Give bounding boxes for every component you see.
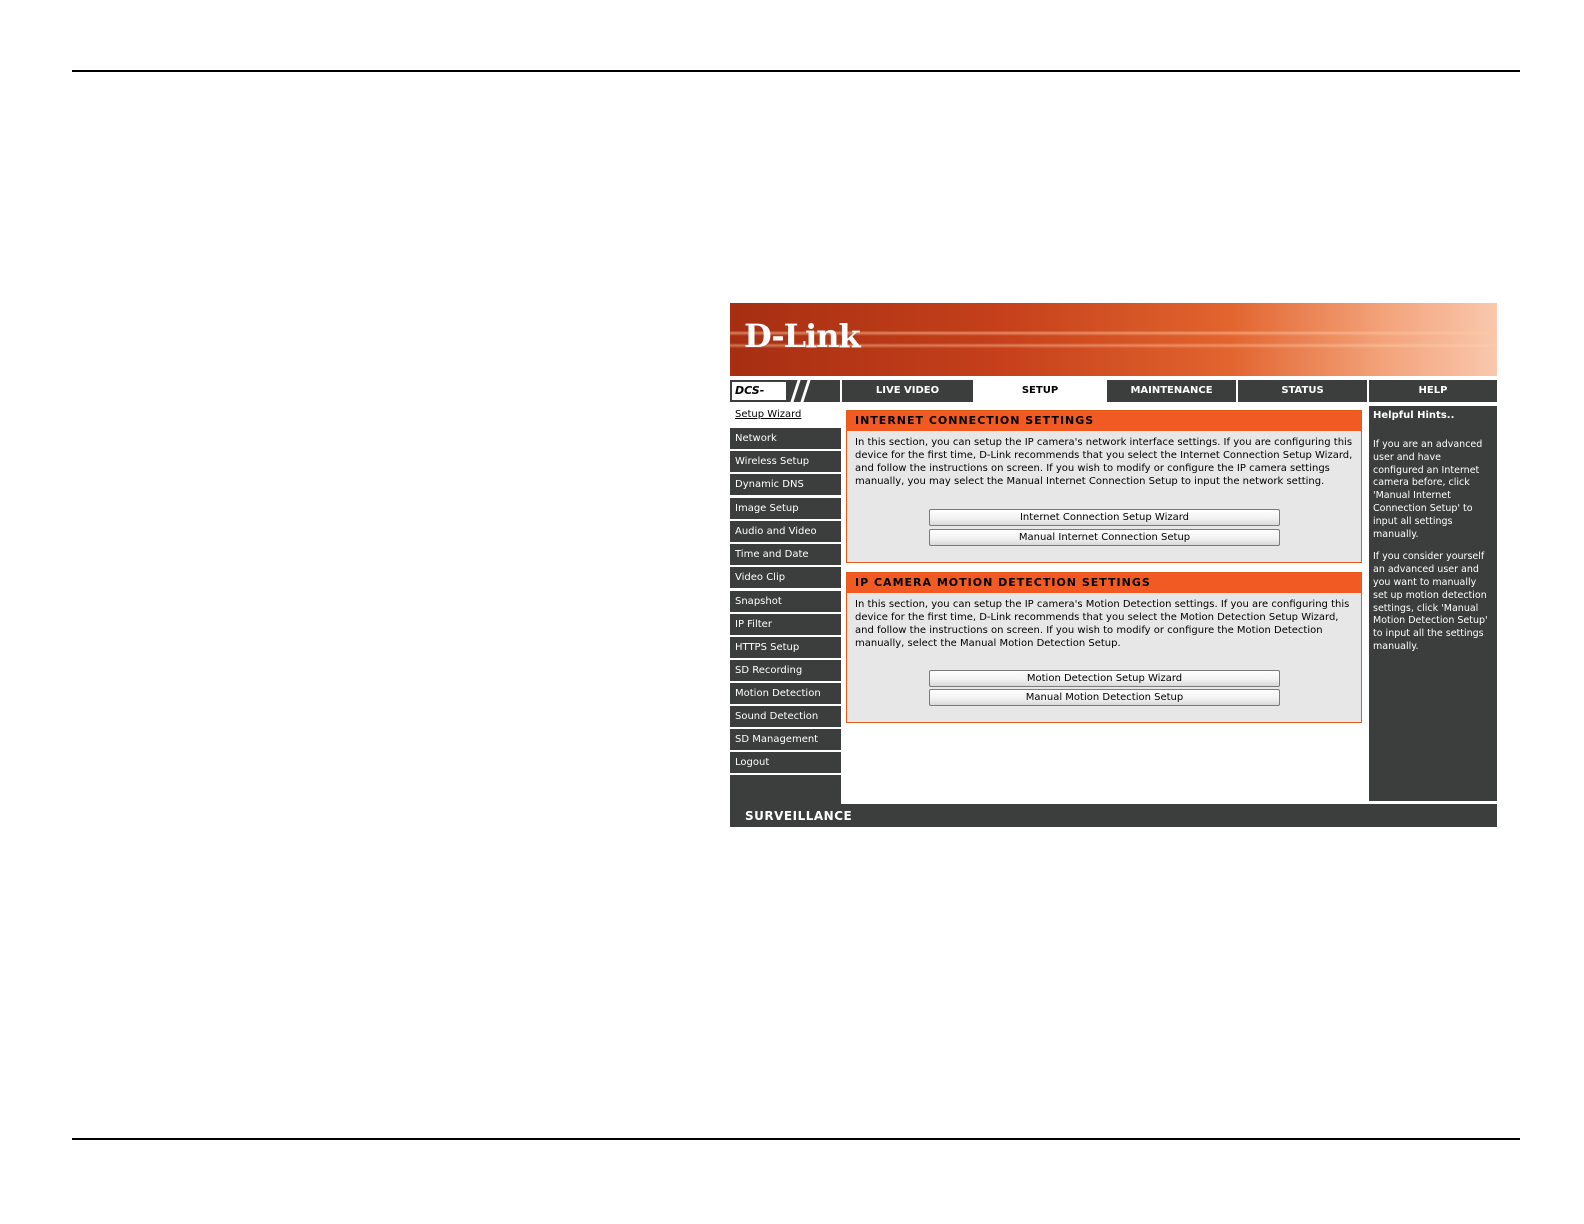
sidebar-item-network[interactable]: Network (730, 428, 841, 449)
sidebar-item-sd-management[interactable]: SD Management (730, 729, 841, 750)
dlink-logo: D-Link (744, 317, 861, 355)
sidebar-item-wireless-setup[interactable]: Wireless Setup (730, 451, 841, 472)
surveillance-logo: SURVEILLANCE (745, 809, 853, 823)
sidebar-filler (730, 775, 841, 804)
panel-description: In this section, you can setup the IP ca… (855, 599, 1350, 649)
page-top-rule (72, 70, 1520, 72)
dlink-banner: D-Link (730, 303, 1497, 376)
sidebar-item-dynamic-dns[interactable]: Dynamic DNS (730, 474, 841, 495)
tab-live-video[interactable]: LIVE VIDEO (842, 380, 973, 402)
internet-connection-panel: INTERNET CONNECTION SETTINGS In this sec… (846, 410, 1362, 563)
sidebar-item-logout[interactable]: Logout (730, 752, 841, 773)
footer-bar: SURVEILLANCE (730, 804, 1497, 827)
motion-detection-panel: IP CAMERA MOTION DETECTION SETTINGS In t… (846, 572, 1362, 723)
model-badge: DCS-936L (730, 380, 840, 402)
tab-setup[interactable]: SETUP (975, 380, 1105, 402)
panel-title: INTERNET CONNECTION SETTINGS (847, 411, 1361, 431)
panel-description: In this section, you can setup the IP ca… (855, 437, 1353, 487)
tab-maintenance[interactable]: MAINTENANCE (1107, 380, 1236, 402)
sidebar-item-motion-detection[interactable]: Motion Detection (730, 683, 841, 704)
internet-setup-wizard-button[interactable]: Internet Connection Setup Wizard (929, 509, 1280, 526)
help-hint: If you consider yourself an advanced use… (1373, 551, 1488, 652)
manual-internet-setup-button[interactable]: Manual Internet Connection Setup (929, 529, 1280, 546)
page-bottom-rule (72, 1138, 1520, 1140)
panel-title: IP CAMERA MOTION DETECTION SETTINGS (847, 573, 1361, 593)
help-title: Helpful Hints.. (1373, 410, 1455, 421)
sidebar: Setup Wizard Network Wireless Setup Dyna… (730, 406, 841, 804)
camera-web-ui: D-Link DCS-936L LIVE VIDEO SETUP MAINTEN… (730, 303, 1497, 827)
main-content: INTERNET CONNECTION SETTINGS In this sec… (841, 406, 1367, 801)
sidebar-item-snapshot[interactable]: Snapshot (730, 591, 841, 612)
sidebar-item-setup-wizard[interactable]: Setup Wizard (735, 409, 801, 420)
sidebar-item-time-and-date[interactable]: Time and Date (730, 544, 841, 565)
manual-motion-setup-button[interactable]: Manual Motion Detection Setup (929, 689, 1280, 706)
sidebar-item-https-setup[interactable]: HTTPS Setup (730, 637, 841, 658)
sidebar-item-audio-and-video[interactable]: Audio and Video (730, 521, 841, 542)
sidebar-item-image-setup[interactable]: Image Setup (730, 498, 841, 519)
sidebar-item-sd-recording[interactable]: SD Recording (730, 660, 841, 681)
model-label: DCS-936L (732, 382, 786, 400)
tab-status[interactable]: STATUS (1238, 380, 1367, 402)
help-hint: If you are an advanced user and have con… (1373, 439, 1483, 540)
slash-decoration-icon (800, 380, 811, 402)
slash-decoration-icon (790, 380, 801, 402)
sidebar-item-video-clip[interactable]: Video Clip (730, 567, 841, 588)
help-panel: Helpful Hints.. If you are an advanced u… (1369, 406, 1497, 801)
motion-setup-wizard-button[interactable]: Motion Detection Setup Wizard (929, 670, 1280, 687)
sidebar-item-sound-detection[interactable]: Sound Detection (730, 706, 841, 727)
sidebar-item-ip-filter[interactable]: IP Filter (730, 614, 841, 635)
tab-help[interactable]: HELP (1369, 380, 1497, 402)
